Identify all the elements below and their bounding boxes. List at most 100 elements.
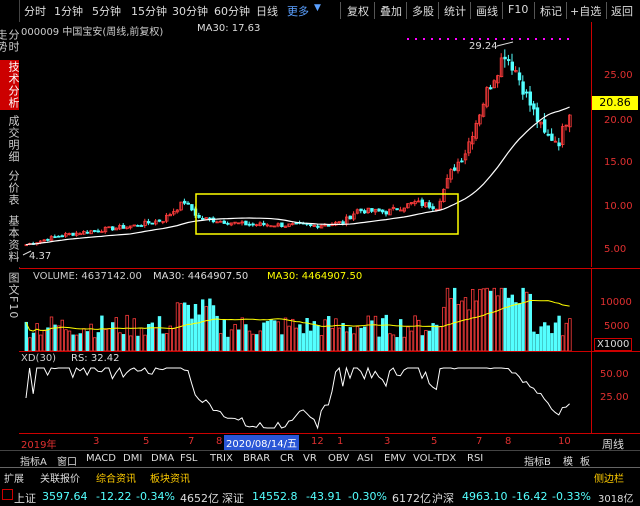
volume-bar [254, 334, 259, 351]
chevron-down-icon[interactable]: ▼ [314, 3, 321, 13]
x-tick: 8 [216, 436, 223, 447]
add-watchlist-button[interactable]: +自选 [570, 3, 601, 19]
tab-window[interactable]: 窗口 [57, 453, 77, 468]
volume-bar [323, 319, 327, 351]
tab-basic-info[interactable]: 基本资料 [0, 214, 20, 264]
volume-bar [409, 330, 414, 351]
candle-body [377, 208, 381, 212]
tab-template[interactable]: 模 [563, 453, 573, 468]
tab-general-news[interactable]: 综合资讯 [96, 470, 136, 485]
statistics-button[interactable]: 统计 [444, 3, 466, 19]
left-side-tabs: 分时走势 技术分析 成交明细 分价表 基本资料 图文F10 [0, 0, 20, 440]
volume-bar [265, 321, 270, 351]
index-name[interactable]: 深证 [222, 490, 244, 506]
candle-body [510, 61, 514, 71]
volume-bar [460, 300, 464, 351]
tab-obv[interactable]: OBV [328, 453, 349, 464]
candle-body [557, 142, 561, 147]
candle-body [348, 215, 352, 220]
tab-asi[interactable]: ASI [357, 453, 373, 464]
volume-bar [528, 293, 532, 351]
volume-bar [164, 333, 169, 351]
volume-bar [539, 326, 543, 351]
volume-bar [398, 319, 403, 351]
candle-body [136, 224, 140, 227]
period-5min[interactable]: 5分钟 [92, 3, 121, 19]
volume-bar [452, 287, 457, 351]
draw-line-button[interactable]: 画线 [476, 3, 498, 19]
volume-bar [211, 305, 216, 351]
period-intraday[interactable]: 分时 [24, 3, 46, 19]
x-tick: 12 [311, 436, 324, 447]
volume-bar [193, 303, 198, 351]
tab-macd[interactable]: MACD [86, 453, 116, 464]
toolbar-divider [534, 2, 535, 19]
tab-fsl[interactable]: FSL [180, 453, 198, 464]
tab-brar[interactable]: BRAR [243, 453, 270, 464]
y-tick: 5000 [604, 321, 630, 332]
period-daily[interactable]: 日线 [256, 3, 278, 19]
period-more[interactable]: 更多 [287, 3, 309, 19]
multi-stock-button[interactable]: 多股 [412, 3, 434, 19]
volume-bar [424, 330, 428, 351]
index-name[interactable]: 上证 [14, 490, 36, 506]
tab-indicator-a[interactable]: 指标A [20, 453, 47, 468]
tab-board[interactable]: 板 [580, 453, 590, 468]
volume-bar [121, 334, 126, 351]
tab-trix[interactable]: TRIX [210, 453, 233, 464]
overlay-button[interactable]: 叠加 [380, 3, 402, 19]
tab-extend[interactable]: 扩展 [4, 470, 24, 485]
y-tick: 10.00 [604, 201, 633, 212]
tab-cr[interactable]: CR [280, 453, 294, 464]
restore-rights-button[interactable]: 复权 [347, 3, 369, 19]
volume-bar [125, 314, 129, 351]
tab-emv[interactable]: EMV [384, 453, 406, 464]
candle-body [251, 223, 255, 226]
tab-intraday-trend[interactable]: 分时走势 [0, 24, 20, 58]
tab-vr[interactable]: VR [303, 453, 317, 464]
tab-indicator-b[interactable]: 指标B [524, 453, 551, 468]
tab-related-quotes[interactable]: 关联报价 [40, 470, 80, 485]
volume-bar [42, 330, 46, 351]
volume-bar [316, 325, 320, 351]
volume-pane[interactable]: VOLUME: 4637142.00 MA30: 4464907.50 MA30… [19, 268, 640, 351]
xd-indicator-pane[interactable]: XD(30) RS: 32.42 50.00 25.00 [19, 351, 640, 434]
index-change: -16.42 [512, 490, 548, 503]
volume-bar [355, 326, 360, 351]
tab-vol-tdx[interactable]: VOL-TDX [413, 453, 456, 464]
tab-f10[interactable]: 图文F10 [0, 270, 20, 322]
volume-bar [240, 317, 244, 351]
volume-axis: 10000 5000 X1000 [591, 269, 640, 351]
candle-body [546, 133, 550, 136]
volume-bar [499, 287, 504, 351]
candle-body [517, 72, 522, 81]
mark-button[interactable]: 标记 [540, 3, 562, 19]
side-panel-toggle[interactable]: 侧边栏 [594, 470, 624, 485]
period-1min[interactable]: 1分钟 [54, 3, 83, 19]
period-30min[interactable]: 30分钟 [172, 3, 208, 19]
volume-bar [280, 334, 284, 351]
period-60min[interactable]: 60分钟 [214, 3, 250, 19]
candle-body [111, 226, 115, 231]
price-chart-pane[interactable]: 000009 中国宝安(周线,前复权) MA30: 17.63 29.24 4.3… [19, 22, 640, 267]
tab-technical-analysis[interactable]: 技术分析 [0, 60, 20, 110]
candle-body [521, 81, 525, 95]
back-button[interactable]: 返回 [611, 3, 633, 19]
tab-sector-news[interactable]: 板块资讯 [150, 470, 190, 485]
index-name[interactable]: 沪深 [432, 490, 454, 506]
x-tick: 1 [337, 436, 344, 447]
volume-bar [517, 303, 522, 351]
tab-dmi[interactable]: DMI [123, 453, 142, 464]
tab-price-table[interactable]: 分价表 [0, 168, 20, 208]
volume-bar [485, 287, 489, 351]
volume-bar [258, 330, 262, 351]
tab-dma[interactable]: DMA [151, 453, 174, 464]
f10-button[interactable]: F10 [508, 3, 528, 16]
candle-body [384, 211, 388, 215]
candle-body [139, 225, 144, 227]
tab-rsi[interactable]: RSI [467, 453, 483, 464]
tab-trade-detail[interactable]: 成交明细 [0, 114, 20, 164]
period-15min[interactable]: 15分钟 [131, 3, 167, 19]
volume-bar [71, 334, 75, 351]
volume-bar [143, 334, 147, 351]
